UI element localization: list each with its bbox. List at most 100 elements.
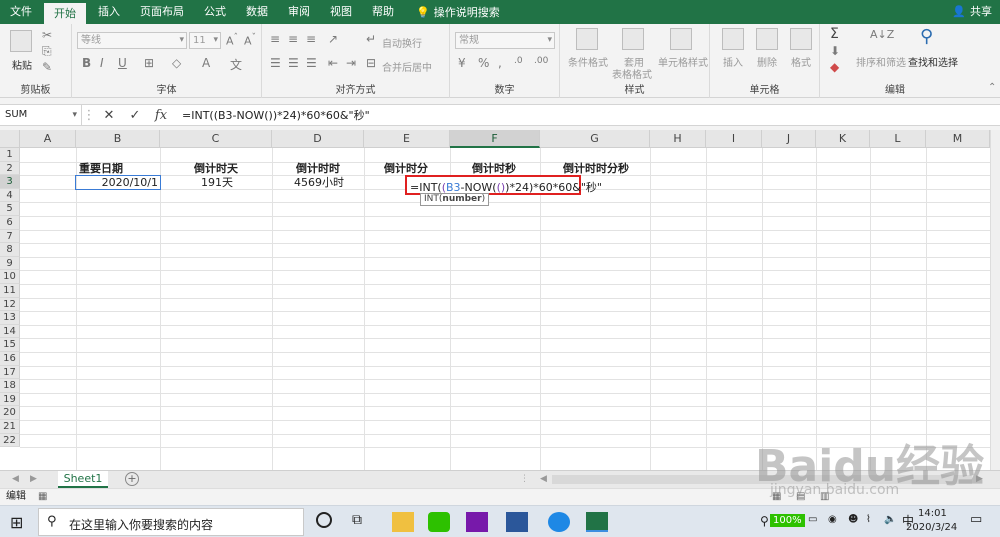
browser-icon[interactable] — [548, 512, 570, 532]
cortana-icon[interactable] — [316, 512, 332, 528]
align-bottom-icon[interactable]: ≡ — [306, 32, 316, 46]
row-header-14[interactable]: 14 — [0, 324, 20, 339]
row-header-20[interactable]: 20 — [0, 406, 20, 420]
row-header-3[interactable]: 3 — [0, 175, 20, 189]
cell-b3[interactable]: 2020/10/1 — [76, 176, 158, 189]
merge-center-button[interactable]: 合并后居中 — [382, 59, 432, 74]
underline-icon[interactable]: U — [118, 56, 127, 70]
clock-date[interactable]: 2020/3/24 — [906, 522, 957, 533]
cut-icon[interactable]: ✂ — [42, 28, 52, 42]
row-header-17[interactable]: 17 — [0, 365, 20, 380]
prev-sheet-icon[interactable]: ◀ — [12, 471, 19, 488]
column-header-a[interactable]: A — [20, 130, 76, 148]
row-header-7[interactable]: 7 — [0, 229, 20, 244]
cell-c3[interactable]: 191天 — [201, 176, 233, 189]
row-header-5[interactable]: 5 — [0, 202, 20, 216]
decrease-decimal-icon[interactable]: .00 — [534, 56, 548, 66]
bold-icon[interactable]: B — [82, 56, 91, 70]
tab-formulas[interactable]: 公式 — [194, 0, 236, 24]
battery-indicator[interactable]: 100% — [770, 514, 805, 527]
cell-d2[interactable]: 倒计时时 — [296, 162, 340, 175]
percent-icon[interactable]: % — [478, 56, 489, 70]
share-button[interactable]: 👤 共享 — [952, 0, 992, 24]
cell-g2[interactable]: 倒计时时分秒 — [563, 162, 629, 175]
formula-input[interactable]: =INT((B3-NOW())*24)*60*60&"秒" — [174, 107, 370, 123]
column-header-h[interactable]: H — [650, 130, 706, 148]
tab-home[interactable]: 开始 — [44, 3, 86, 24]
windows-start-icon[interactable]: ⊞ — [10, 513, 23, 532]
column-header-c[interactable]: C — [160, 130, 272, 148]
function-tooltip[interactable]: INT(number) — [420, 193, 490, 206]
currency-icon[interactable]: ¥ — [458, 56, 466, 70]
shrink-font-icon[interactable]: Aˇ — [244, 32, 256, 48]
battery-icon[interactable]: ▭ — [808, 514, 817, 525]
next-sheet-icon[interactable]: ▶ — [30, 471, 37, 488]
wrap-text-button[interactable]: 自动换行 — [382, 35, 422, 50]
qq-tray-icon[interactable]: ☻ — [848, 514, 858, 525]
tab-help[interactable]: 帮助 — [362, 0, 404, 24]
cell-f2[interactable]: 倒计时秒 — [472, 162, 516, 175]
font-name-combo[interactable]: 等线 ▾ — [77, 32, 187, 49]
sheet-tab-sheet1[interactable]: Sheet1 — [58, 471, 108, 488]
align-center-icon[interactable]: ☰ — [288, 56, 299, 70]
column-header-j[interactable]: J — [762, 130, 816, 148]
delete-cells-button[interactable]: 删除 — [757, 54, 777, 69]
volume-icon[interactable]: 🔈 — [884, 514, 896, 525]
tab-page-layout[interactable]: 页面布局 — [130, 0, 194, 24]
row-header-2[interactable]: 2 — [0, 161, 20, 176]
select-all-corner[interactable] — [0, 130, 20, 148]
copy-icon[interactable]: ⎘ — [42, 44, 52, 59]
cell-e2[interactable]: 倒计时分 — [384, 162, 428, 175]
italic-icon[interactable]: I — [100, 56, 104, 70]
font-size-combo[interactable]: 11 ▾ — [189, 32, 221, 49]
row-header-21[interactable]: 21 — [0, 420, 20, 434]
border-icon[interactable]: ⊞ — [144, 56, 154, 70]
cell-b2[interactable]: 重要日期 — [79, 162, 123, 175]
cancel-icon[interactable]: ✕ — [96, 108, 122, 123]
column-header-e[interactable]: E — [364, 130, 450, 148]
tab-insert[interactable]: 插入 — [88, 0, 130, 24]
notification-icon[interactable]: ▭ — [970, 512, 982, 527]
taskbar-search-box[interactable]: ⚲ 在这里输入你要搜索的内容 — [38, 508, 304, 536]
row-header-22[interactable]: 22 — [0, 433, 20, 448]
macro-record-icon[interactable]: ▦ — [38, 489, 47, 505]
wechat-tray-icon[interactable]: ◉ — [828, 514, 837, 525]
fill-color-icon[interactable]: ◇ — [172, 56, 181, 70]
font-color-icon[interactable]: A — [202, 56, 210, 70]
orientation-icon[interactable]: ↗ — [328, 32, 338, 46]
row-header-11[interactable]: 11 — [0, 284, 20, 298]
row-header-19[interactable]: 19 — [0, 392, 20, 407]
indent-icon[interactable]: ⇤ — [328, 56, 338, 70]
row-header-16[interactable]: 16 — [0, 352, 20, 366]
row-header-4[interactable]: 4 — [0, 188, 20, 203]
column-header-f[interactable]: F — [450, 130, 540, 148]
phonetic-icon[interactable]: 文 — [230, 56, 242, 73]
row-header-6[interactable]: 6 — [0, 216, 20, 230]
fill-icon[interactable]: ⬇ — [830, 44, 840, 58]
align-right-icon[interactable]: ☰ — [306, 56, 317, 70]
enter-icon[interactable]: ✓ — [122, 108, 148, 123]
align-top-icon[interactable]: ≡ — [270, 32, 280, 46]
outdent-icon[interactable]: ⇥ — [346, 56, 356, 70]
row-header-1[interactable]: 1 — [0, 148, 20, 162]
cell-style-button[interactable]: 单元格样式 — [658, 54, 708, 69]
tab-view[interactable]: 视图 — [320, 0, 362, 24]
row-header-15[interactable]: 15 — [0, 338, 20, 352]
column-header-l[interactable]: L — [870, 130, 926, 148]
column-header-d[interactable]: D — [272, 130, 364, 148]
sort-filter-button[interactable]: 排序和筛选 — [856, 54, 906, 69]
formula-edit-highlight[interactable]: =INT((B3-NOW(())*24)*60*60&"秒" — [405, 175, 602, 195]
row-header-13[interactable]: 13 — [0, 311, 20, 325]
tell-me-search[interactable]: 💡 操作说明搜索 — [404, 4, 500, 20]
more-icon[interactable]: ⋮ — [520, 471, 529, 488]
insert-cells-button[interactable]: 插入 — [723, 54, 743, 69]
pen-icon[interactable]: ⚲ — [760, 514, 769, 528]
scroll-left-icon[interactable]: ◀ — [540, 471, 547, 488]
grow-font-icon[interactable]: Aˆ — [226, 32, 238, 48]
name-box[interactable]: SUM ▾ — [0, 105, 82, 125]
word-icon[interactable] — [506, 512, 528, 532]
cell-d3[interactable]: 4569小时 — [294, 176, 344, 189]
task-view-icon[interactable]: ⧉ — [352, 512, 362, 528]
row-header-18[interactable]: 18 — [0, 379, 20, 393]
tab-review[interactable]: 审阅 — [278, 0, 320, 24]
